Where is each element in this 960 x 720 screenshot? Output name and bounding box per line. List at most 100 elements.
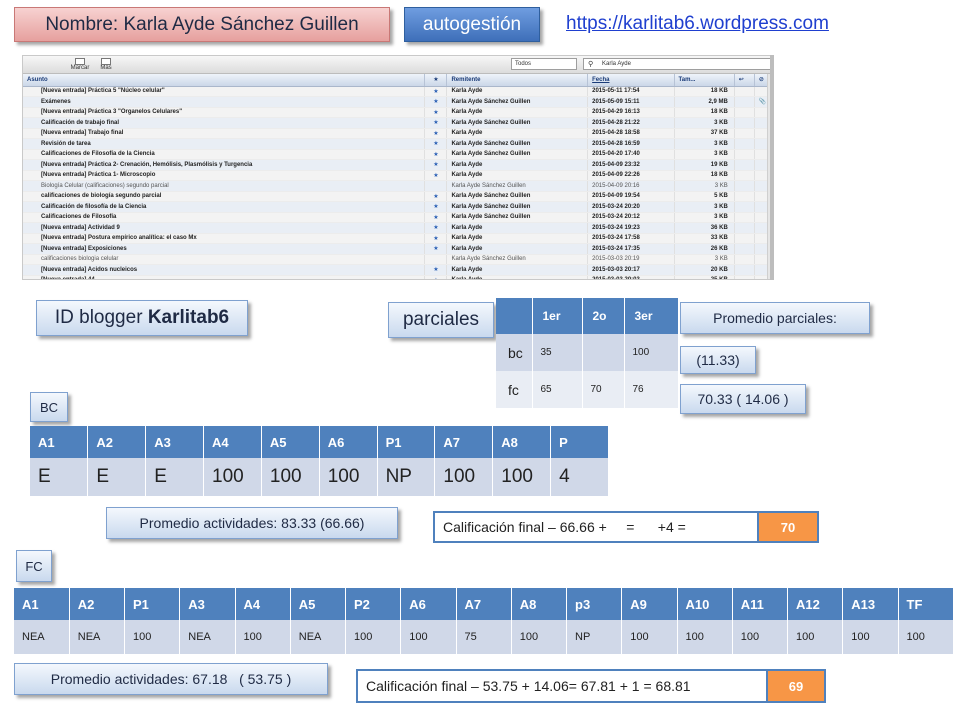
mail-row[interactable]: [Nueva entrada] Práctica 5 "Núcleo celul… [23,86,773,97]
bc-value-cell: 100 [261,458,320,496]
mail-size: 3 KB [674,212,735,223]
star-icon: ★ [424,212,448,223]
mail-row[interactable]: Calificación de trabajo final ★ Karla Ayde… [23,117,773,129]
mail-subject: Calificaciones de Filosofía de la Cienci… [23,149,426,160]
fc-values-row: NEA NEA 100 NEA 100 NEA 100 100 75 100 NP 100 100 100… [14,620,954,654]
mail-sender: Karla Ayde [446,128,589,139]
fc-header-cell: A12 [787,588,844,620]
reply-cell [734,170,755,181]
column-date[interactable]: Fecha [587,74,675,87]
row-label: bc [496,334,533,371]
fc-header-cell: p3 [566,588,623,620]
mail-row[interactable]: Revisión de tarea ★ Karla Ayde Sánchez Gui… [23,138,773,150]
column-sender[interactable]: Remitente [446,74,589,87]
fc-header-cell: A5 [290,588,347,620]
more-icon [101,58,111,65]
mail-row[interactable]: [Nueva entrada] Acidos nucleicos ★ Karla A… [23,264,773,276]
mail-size: 26 KB [674,243,735,255]
column-size[interactable]: Tam... [674,74,735,87]
mail-date: 2015-03-03 20:19 [587,254,675,265]
mail-row[interactable]: [Nueva entrada] Práctica 2- Crenación, H… [23,159,773,171]
mail-row[interactable]: calificaciones de biología segundo parci… [23,191,773,202]
bc-header-cell: P [550,426,609,458]
mail-row[interactable]: Exámenes ★ Karla Ayde Sánchez Guillen 2015-… [23,96,773,108]
parciales-row-bc: bc 35 100 [496,334,679,371]
reply-cell [734,149,755,160]
mail-subject: [Nueva entrada] Acidos nucleicos [23,264,426,276]
reply-cell [734,254,755,265]
mail-subject: [Nueva entrada] Actividad 9 [23,222,426,234]
mail-date: 2015-04-28 21:22 [587,117,675,129]
mail-sender: Karla Ayde [446,159,589,171]
bc-value-cell: 100 [319,458,378,496]
mail-size: 3 KB [674,254,735,265]
wordpress-link[interactable]: https://karlitab6.wordpress.com [566,13,829,35]
search-input[interactable]: ⚲ Karla Ayde [583,58,771,70]
fc-value-cell: 100 [842,620,899,654]
mail-row[interactable]: [Nueva entrada] Postura empírico analíti… [23,233,773,244]
fc-header-cell: A7 [456,588,512,620]
star-icon: ★ [424,128,448,139]
column-star[interactable]: ★ [424,74,448,87]
fc-header-cell: TF [898,588,954,620]
bc-value-cell: NP [377,458,436,496]
fc-header-cell: A13 [842,588,899,620]
mail-sender: Karla Ayde [446,222,589,234]
parciales-cell: 70 [582,371,625,408]
mail-date: 2015-04-20 17:40 [587,149,675,160]
column-subject[interactable]: Asunto [23,74,426,87]
mail-sender: Karla Ayde [446,170,589,181]
parciales-cell: 35 [532,334,583,371]
reply-cell [734,180,755,192]
bc-final-grade-bar: Calificación final – 66.66 + = +4 = 70 [433,511,819,543]
star-icon [424,254,448,265]
mail-sender: Karla Ayde Sánchez Guillen [446,117,589,129]
reply-cell [734,138,755,150]
mail-row[interactable]: [Nueva entrada] Práctica 3 "Organelos Ce… [23,107,773,118]
mail-date: 2015-04-09 23:32 [587,159,675,171]
mail-size: 33 KB [674,233,735,244]
mail-row[interactable]: [Nueva entrada] Exposiciones ★ Karla Ayde 2… [23,243,773,255]
column-reply[interactable]: ↩ [734,74,755,87]
mail-row[interactable]: [Nueva entrada] Actividad 9 ★ Karla Ayde 20… [23,222,773,234]
mail-date: 2015-05-11 17:54 [587,86,675,97]
more-button[interactable]: Más [93,57,119,73]
mark-button[interactable]: Marcar [67,57,93,73]
reply-cell [734,212,755,223]
mail-subject: [Nueva entrada] Práctica 5 "Núcleo celul… [23,86,426,97]
bc-header-cell: A5 [261,426,320,458]
fc-value-cell: 100 [787,620,844,654]
mail-row[interactable]: [Nueva entrada] 44★Karla Ayde2015-03-03 … [23,275,773,279]
fc-value-cell: NP [566,620,623,654]
reply-cell [734,107,755,118]
mail-subject: [Nueva entrada] Exposiciones [23,243,426,255]
star-icon: ★ [424,222,448,234]
autogestion-label: autogestión [404,7,540,42]
fc-value-cell: 100 [621,620,678,654]
reply-cell [734,117,755,129]
fc-final-grade: 69 [766,671,824,701]
reply-cell [734,222,755,234]
bc-final-grade: 70 [757,513,817,541]
bc-header-cell: A1 [30,426,89,458]
mail-sender: Karla Ayde Sánchez Guillen [446,212,589,223]
mail-row[interactable]: Calificaciones de Filosofía ★ Karla Ayde S… [23,212,773,223]
bc-header-cell: A8 [492,426,552,458]
mail-list: Asunto ★ Remitente Fecha Tam... ↩ ⊘ [Nue… [23,74,773,279]
mail-row[interactable]: [Nueva entrada] Práctica 1- Microscopio ★… [23,170,773,181]
mail-subject: Biología Celular (calificaciones) segund… [23,180,426,192]
mail-row[interactable]: [Nueva entrada] Trabajo final ★ Karla Ayde… [23,128,773,139]
mail-date: 2015-04-09 22:26 [587,170,675,181]
mail-size: 2,9 MB [674,96,735,108]
mail-row[interactable]: calificaciones biologia celular Karla Ayd… [23,254,773,265]
mail-sender: Karla Ayde [446,275,589,279]
mail-row[interactable]: Calificación de filosofía de la Ciencia ★… [23,201,773,213]
mail-row[interactable]: Calificaciones de Filosofía de la Cienci… [23,149,773,160]
reply-cell [734,159,755,171]
fc-header-cell: A2 [69,588,126,620]
mail-row[interactable]: Biología Celular (calificaciones) segund… [23,180,773,192]
fc-promedio-label: Promedio actividades: 67.18 ( 53.75 ) [14,663,328,695]
mail-subject: Exámenes [23,96,426,108]
filter-select[interactable]: Todos [511,58,577,70]
fc-value-cell: NEA [14,620,70,654]
